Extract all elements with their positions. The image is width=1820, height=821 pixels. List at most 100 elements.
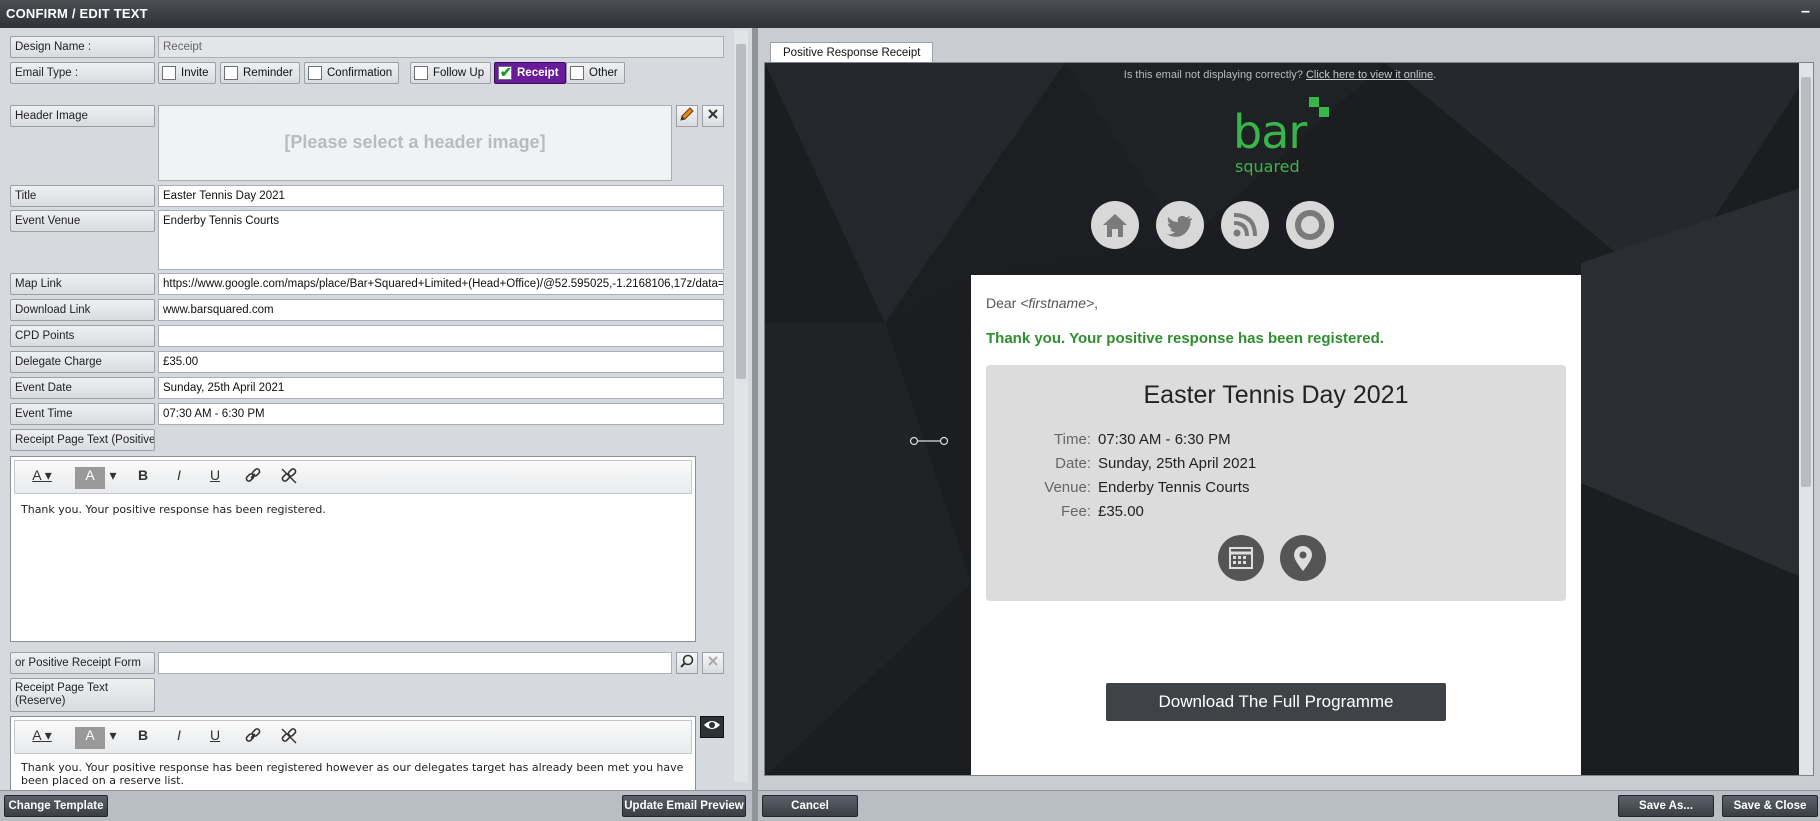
positive-form-row: or Positive Receipt Form bbox=[10, 652, 726, 676]
search-form-button[interactable] bbox=[676, 652, 698, 674]
event-time-input[interactable]: 07:30 AM - 6:30 PM bbox=[158, 403, 724, 425]
cancel-button[interactable]: Cancel bbox=[762, 795, 858, 817]
design-name-label: Design Name : bbox=[10, 36, 155, 58]
receipt-positive-text[interactable]: Thank you. Your positive response has be… bbox=[21, 503, 685, 516]
email-body-card: Dear <firstname>, Thank you. Your positi… bbox=[971, 275, 1581, 775]
map-link-row: Map Link https://www.google.com/maps/pla… bbox=[10, 273, 726, 297]
logo-subtext: squared bbox=[1235, 157, 1300, 176]
title-input[interactable]: Easter Tennis Day 2021 bbox=[158, 185, 724, 207]
venue-row: Event Venue Enderby Tennis Courts bbox=[10, 210, 726, 270]
background-color-button[interactable]: A bbox=[75, 727, 105, 749]
view-online-notice: Is this email not displaying correctly? … bbox=[1123, 69, 1437, 81]
email-type-confirmation[interactable]: Confirmation bbox=[304, 62, 400, 84]
header-image-dropzone[interactable]: [Please select a header image] bbox=[158, 105, 672, 181]
drag-handle-icon[interactable] bbox=[909, 435, 949, 446]
preview-pane: Positive Response Receipt Is this email … bbox=[758, 28, 1820, 790]
checkbox-icon bbox=[414, 66, 428, 80]
email-type-invite[interactable]: Invite bbox=[158, 62, 216, 84]
map-pin-icon[interactable] bbox=[1280, 535, 1326, 581]
font-color-button[interactable]: A ▾ bbox=[27, 727, 57, 749]
receipt-positive-label: Receipt Page Text (Positive) bbox=[10, 429, 155, 451]
event-details-box: Easter Tennis Day 2021 Time: 07:30 AM - 6… bbox=[986, 365, 1566, 601]
map-link-input[interactable]: https://www.google.com/maps/place/Bar+Sq… bbox=[158, 273, 724, 295]
email-type-reminder[interactable]: Reminder bbox=[220, 62, 300, 84]
edit-form-pane: Design Name : Receipt Email Type : Invit… bbox=[0, 28, 752, 790]
preview-scrollbar[interactable] bbox=[1799, 63, 1813, 775]
bold-button[interactable]: B bbox=[131, 727, 155, 749]
unlink-icon[interactable] bbox=[277, 727, 301, 749]
tab-positive-response-receipt[interactable]: Positive Response Receipt bbox=[770, 42, 934, 62]
event-date-label: Event Date bbox=[10, 377, 155, 399]
clear-form-button[interactable] bbox=[702, 652, 724, 674]
scrollbar-thumb[interactable] bbox=[1801, 77, 1811, 487]
preview-toggle-button[interactable] bbox=[700, 716, 724, 738]
email-type-row: Email Type : Invite Reminder Confirmatio… bbox=[10, 62, 726, 86]
receipt-reserve-row: Receipt Page Text (Reserve) bbox=[10, 678, 160, 714]
chevron-down-icon[interactable]: ▾ bbox=[107, 727, 119, 749]
receipt-positive-row: Receipt Page Text (Positive) bbox=[10, 429, 160, 453]
header-image-label: Header Image bbox=[10, 105, 155, 127]
underline-button[interactable]: U bbox=[203, 727, 227, 749]
event-time-row: Event Time 07:30 AM - 6:30 PM bbox=[10, 403, 726, 427]
greeting: Dear <firstname>, bbox=[986, 295, 1099, 311]
scrollbar-thumb[interactable] bbox=[736, 44, 746, 379]
email-type-other[interactable]: Other bbox=[566, 62, 625, 84]
venue-label: Event Venue bbox=[10, 210, 155, 232]
background-color-button[interactable]: A bbox=[75, 467, 105, 489]
italic-button[interactable]: I bbox=[167, 467, 191, 489]
header-image-row: Header Image [Please select a header ima… bbox=[10, 105, 726, 185]
minimize-button[interactable]: – bbox=[1801, 3, 1810, 21]
editor-toolbar: A ▾ A ▾ B I U bbox=[14, 720, 692, 754]
email-type-receipt[interactable]: Receipt bbox=[494, 62, 566, 84]
italic-button[interactable]: I bbox=[167, 727, 191, 749]
positive-form-input[interactable] bbox=[158, 652, 672, 674]
close-icon bbox=[708, 109, 718, 119]
window-title: CONFIRM / EDIT TEXT bbox=[6, 6, 148, 21]
design-name-row: Design Name : Receipt bbox=[10, 36, 726, 60]
support-icon[interactable] bbox=[1286, 201, 1334, 249]
title-label: Title bbox=[10, 185, 155, 207]
receipt-reserve-text[interactable]: Thank you. Your positive response has be… bbox=[21, 761, 685, 787]
delegate-charge-row: Delegate Charge £35.00 bbox=[10, 351, 726, 375]
email-type-follow-up[interactable]: Follow Up bbox=[410, 62, 492, 84]
event-date-input[interactable]: Sunday, 25th April 2021 bbox=[158, 377, 724, 399]
twitter-icon[interactable] bbox=[1156, 201, 1204, 249]
update-email-preview-button[interactable]: Update Email Preview bbox=[622, 795, 746, 817]
chevron-down-icon: ▾ bbox=[44, 727, 52, 743]
download-programme-button[interactable]: Download The Full Programme bbox=[1106, 683, 1446, 721]
clear-header-image-button[interactable] bbox=[702, 105, 724, 127]
font-color-button[interactable]: A ▾ bbox=[27, 467, 57, 489]
right-footer: Cancel Save As... Save & Close bbox=[758, 790, 1820, 821]
receipt-reserve-editor[interactable]: A ▾ A ▾ B I U Thank you. Your positive r… bbox=[10, 716, 696, 790]
download-link-label: Download Link bbox=[10, 299, 155, 321]
save-as-button[interactable]: Save As... bbox=[1618, 795, 1714, 817]
link-icon[interactable] bbox=[241, 727, 265, 749]
checkbox-icon bbox=[162, 66, 176, 80]
home-icon[interactable] bbox=[1091, 201, 1139, 249]
edit-header-image-button[interactable] bbox=[676, 105, 698, 127]
logo-text: bar bbox=[1233, 105, 1307, 159]
bold-button[interactable]: B bbox=[131, 467, 155, 489]
title-row: Title Easter Tennis Day 2021 bbox=[10, 185, 726, 209]
calendar-icon[interactable] bbox=[1218, 535, 1264, 581]
chevron-down-icon: ▾ bbox=[44, 467, 52, 483]
left-pane-scrollbar[interactable] bbox=[734, 30, 748, 782]
underline-button[interactable]: U bbox=[203, 467, 227, 489]
download-link-input[interactable]: www.barsquared.com bbox=[158, 299, 724, 321]
unlink-icon[interactable] bbox=[277, 467, 301, 489]
link-icon[interactable] bbox=[241, 467, 265, 489]
chevron-down-icon[interactable]: ▾ bbox=[107, 467, 119, 489]
email-preview: Is this email not displaying correctly? … bbox=[764, 62, 1814, 776]
delegate-charge-input[interactable]: £35.00 bbox=[158, 351, 724, 373]
view-online-link[interactable]: Click here to view it online bbox=[1306, 69, 1433, 81]
left-footer: Change Template Update Email Preview bbox=[0, 790, 752, 821]
venue-textarea[interactable]: Enderby Tennis Courts bbox=[158, 210, 724, 270]
change-template-button[interactable]: Change Template bbox=[4, 795, 108, 817]
checkbox-icon bbox=[308, 66, 322, 80]
save-close-button[interactable]: Save & Close bbox=[1722, 795, 1818, 817]
event-date-row: Event Date Sunday, 25th April 2021 bbox=[10, 377, 726, 401]
rss-icon[interactable] bbox=[1221, 201, 1269, 249]
cpd-points-row: CPD Points bbox=[10, 325, 726, 349]
receipt-positive-editor[interactable]: A ▾ A ▾ B I U Thank you. Your positive r… bbox=[10, 456, 696, 642]
cpd-points-input[interactable] bbox=[158, 325, 724, 347]
